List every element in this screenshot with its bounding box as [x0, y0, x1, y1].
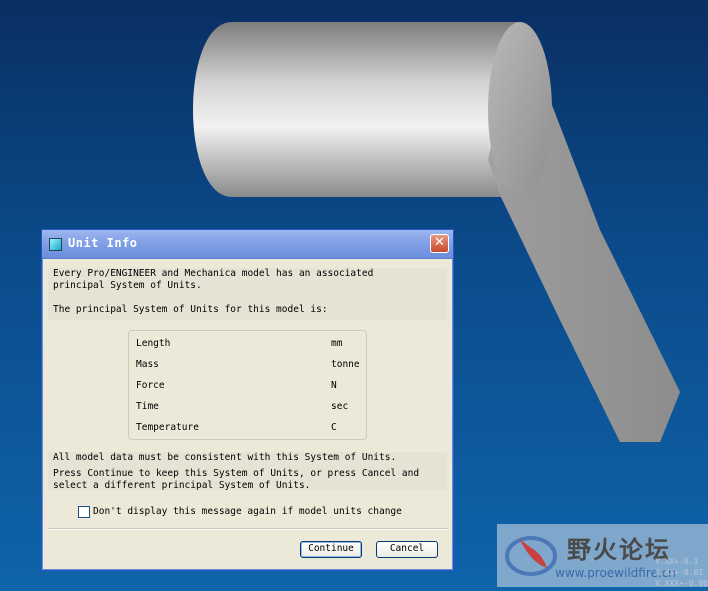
unit-value: tonne: [331, 359, 360, 370]
consistency-line: All model data must be consistent with t…: [53, 452, 397, 463]
unit-value: mm: [331, 338, 343, 349]
unit-value: C: [331, 422, 337, 433]
app-icon: [49, 238, 62, 251]
button-separator: [48, 528, 447, 530]
cylinder-end-face: [488, 22, 552, 198]
consistency-message: All model data must be consistent with t…: [48, 452, 447, 491]
dont-display-label[interactable]: Don't display this message again if mode…: [93, 506, 402, 517]
unit-name: Length: [136, 338, 171, 349]
unit-row-mass: Mass tonne: [129, 359, 366, 373]
cancel-button[interactable]: Cancel: [376, 541, 438, 558]
unit-row-temperature: Temperature C: [129, 422, 366, 436]
unit-name: Temperature: [136, 422, 199, 433]
instruction-line-1: Press Continue to keep this System of Un…: [53, 468, 420, 479]
dialog-titlebar[interactable]: Unit Info ✕: [42, 230, 453, 259]
intro-line-2: principal System of Units.: [53, 280, 202, 291]
instruction-line-2: select a different principal System of U…: [53, 480, 311, 491]
forum-watermark: 野火论坛 www.proewildfire.cn: [497, 524, 708, 587]
dialog-body: Every Pro/ENGINEER and Mechanica model h…: [48, 262, 447, 520]
cylinder-body: [193, 22, 520, 197]
dont-display-checkbox[interactable]: [78, 506, 90, 518]
intro-line-1: Every Pro/ENGINEER and Mechanica model h…: [53, 268, 374, 279]
unit-row-time: Time sec: [129, 401, 366, 415]
dialog-title: Unit Info: [68, 236, 138, 250]
unit-name: Mass: [136, 359, 159, 370]
unit-name: Time: [136, 401, 159, 412]
tolerance-readout-1: X.XX+-0.1: [655, 557, 699, 566]
unit-row-length: Length mm: [129, 338, 366, 352]
close-button[interactable]: ✕: [430, 234, 449, 253]
watermark-logo-icon: [505, 536, 557, 576]
continue-button[interactable]: Continue: [300, 541, 362, 558]
unit-value: sec: [331, 401, 349, 412]
intro-message: Every Pro/ENGINEER and Mechanica model h…: [48, 268, 447, 320]
unit-name: Force: [136, 380, 165, 391]
tolerance-readout-3: X.XXX+-0.001: [655, 579, 708, 588]
tolerance-readout-2: X.XX+-0.01: [655, 568, 704, 577]
principal-line: The principal System of Units for this m…: [53, 304, 328, 315]
unit-row-force: Force N: [129, 380, 366, 394]
unit-value: N: [331, 380, 337, 391]
unit-info-dialog: Unit Info ✕ Every Pro/ENGINEER and Mecha…: [41, 229, 454, 571]
units-table: Length mm Mass tonne Force N Time sec Te…: [128, 330, 367, 440]
